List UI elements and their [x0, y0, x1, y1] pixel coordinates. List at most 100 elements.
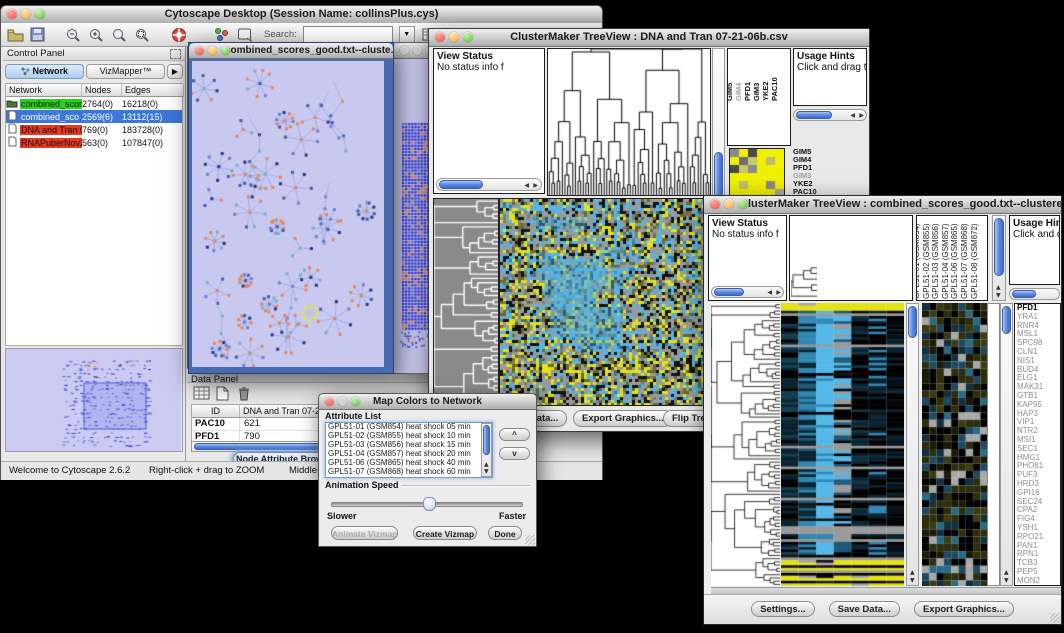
- annotation-icon[interactable]: [237, 27, 254, 43]
- resize-grip[interactable]: [1050, 613, 1060, 623]
- new-attribute-icon[interactable]: [215, 386, 232, 402]
- move-up-button[interactable]: ^: [499, 428, 530, 441]
- dialog-button-animate-vizmap[interactable]: Animate Vizmap: [331, 526, 398, 540]
- minimize-icon[interactable]: [724, 199, 734, 209]
- help-lifesaver-icon[interactable]: [171, 27, 188, 43]
- gene-label[interactable]: MON2: [1015, 577, 1060, 586]
- tab-vizmapper[interactable]: VizMapper™: [86, 64, 165, 79]
- close-icon[interactable]: [7, 9, 17, 19]
- column-labels-vscrollbar[interactable]: ▲▼: [992, 215, 1006, 301]
- network-list-row[interactable]: combined_sco2569(6)13112(15): [6, 110, 182, 123]
- view-status-hscrollbar[interactable]: ◀▶: [711, 286, 784, 298]
- column-header-nodes[interactable]: Nodes: [82, 84, 122, 97]
- column-label[interactable]: GPL51-07 (GSM868): [960, 223, 969, 299]
- column-label[interactable]: GIM4: [734, 83, 743, 101]
- row-dendrogram-canvas[interactable]: [711, 303, 780, 586]
- search-dropdown-icon[interactable]: ▼: [399, 26, 415, 44]
- close-icon[interactable]: [195, 46, 204, 55]
- data-column-id[interactable]: ID: [192, 405, 240, 418]
- network-edges-count: 183728(0): [122, 125, 184, 135]
- column-label[interactable]: GIM3: [752, 83, 761, 101]
- zoom-window-icon[interactable]: [221, 46, 230, 55]
- speed-slider[interactable]: [331, 497, 523, 509]
- column-label[interactable]: GPL51-02 (GSM855): [922, 223, 931, 299]
- treeview-button-export-graphics---[interactable]: Export Graphics...: [914, 601, 1014, 617]
- zoom-region-icon[interactable]: [134, 27, 151, 43]
- close-icon[interactable]: [435, 32, 445, 42]
- zoom-window-icon[interactable]: [738, 199, 748, 209]
- column-dendrogram-panel[interactable]: [789, 215, 913, 301]
- column-header-edges[interactable]: Edges: [122, 84, 184, 97]
- column-label[interactable]: GPL51-06 (GSM865): [950, 223, 959, 299]
- attribute-list-item[interactable]: GPL51-07 (GSM868) heat shock 60 min: [326, 468, 492, 477]
- treeview-button-settings---[interactable]: Settings...: [751, 601, 814, 617]
- zoom-window-icon[interactable]: [351, 397, 360, 406]
- main-title-bar[interactable]: Cytoscape Desktop (Session Name: collins…: [1, 6, 602, 24]
- network-list-row[interactable]: RNAPuberNov2+563(0)107847(0): [6, 136, 182, 149]
- network-view-title-bar[interactable]: combined_scores_good.txt--cluste...: [189, 43, 393, 59]
- attribute-list-vscrollbar[interactable]: ▲▼: [481, 423, 492, 477]
- vizmapper-icon[interactable]: [214, 27, 231, 43]
- minimize-icon[interactable]: [208, 46, 217, 55]
- column-label[interactable]: PFD1: [743, 82, 752, 101]
- treeview-combined-title-bar[interactable]: ClusterMaker TreeView : combined_scores_…: [704, 196, 1061, 214]
- column-label[interactable]: GPL51-04 (GSM857): [941, 223, 950, 299]
- dialog-button-create-vizmap[interactable]: Create Vizmap: [413, 526, 477, 540]
- column-label[interactable]: GPL51-01 (GSM854): [916, 223, 921, 299]
- column-header-network[interactable]: Network: [6, 84, 82, 97]
- heatmap-vscrollbar[interactable]: ▲▼: [906, 303, 919, 586]
- zoom-out-icon[interactable]: [65, 27, 82, 43]
- zoom-heatmap-canvas[interactable]: [922, 303, 987, 586]
- close-icon[interactable]: [710, 199, 720, 209]
- zoom-gap: [987, 303, 1000, 586]
- move-down-button[interactable]: v: [499, 447, 530, 460]
- network-list-row[interactable]: DNA and Tran 07769(0)183728(0): [6, 123, 182, 136]
- dialog-title-bar[interactable]: Map Colors to Network: [319, 394, 536, 410]
- network-overview-canvas[interactable]: [6, 349, 181, 451]
- dialog-button-done[interactable]: Done: [488, 526, 522, 540]
- close-icon[interactable]: [400, 46, 409, 55]
- minimize-icon[interactable]: [413, 46, 422, 55]
- row-dendrogram-canvas[interactable]: [433, 198, 499, 406]
- gene-list-vscrollbar[interactable]: ▲▼: [1000, 303, 1013, 586]
- similarity-matrix-canvas[interactable]: [729, 148, 785, 198]
- delete-attribute-icon[interactable]: [237, 386, 254, 402]
- tab-overflow-icon[interactable]: ▶: [167, 64, 183, 79]
- treeview-dna-title-bar[interactable]: ClusterMaker TreeView : DNA and Tran 07-…: [429, 29, 869, 47]
- minimize-icon[interactable]: [449, 32, 459, 42]
- attribute-table-icon[interactable]: [193, 386, 210, 402]
- heatmap-canvas[interactable]: [781, 303, 904, 586]
- network-edges-count: 16218(0): [122, 99, 184, 109]
- network-list-empty-area[interactable]: [6, 149, 182, 345]
- treeview-button-export-graphics---[interactable]: Export Graphics...: [573, 410, 673, 427]
- attribute-list-label: Attribute List: [325, 411, 381, 421]
- tab-network[interactable]: Network: [5, 64, 84, 79]
- search-input[interactable]: [303, 26, 393, 44]
- column-label[interactable]: YKE2: [761, 81, 770, 101]
- usage-hints-hscrollbar[interactable]: ◀▶: [793, 109, 867, 121]
- slider-thumb[interactable]: [423, 497, 436, 511]
- heatmap-canvas[interactable]: [499, 198, 709, 406]
- column-label[interactable]: GIM5: [727, 83, 734, 101]
- usage-hints-hscrollbar[interactable]: [1009, 288, 1060, 300]
- column-dendrogram-canvas[interactable]: [547, 48, 711, 196]
- column-label[interactable]: GPL51-03 (GSM856): [931, 223, 940, 299]
- column-label[interactable]: PAC10: [770, 77, 779, 101]
- zoom-fit-icon[interactable]: [111, 27, 128, 43]
- view-status-hscrollbar[interactable]: ◀▶: [436, 178, 542, 191]
- zoom-window-icon[interactable]: [35, 9, 45, 19]
- network-list-row[interactable]: combined_scores2764(0)16218(0): [6, 97, 182, 110]
- zoom-window-icon[interactable]: [463, 32, 473, 42]
- minimize-icon[interactable]: [338, 397, 347, 406]
- hscroll-strip[interactable]: [711, 587, 1061, 594]
- open-folder-icon[interactable]: [7, 27, 24, 43]
- resize-grip[interactable]: [525, 535, 535, 545]
- minimize-icon[interactable]: [21, 9, 31, 19]
- network-view-canvas[interactable]: [192, 61, 384, 367]
- zoom-in-icon[interactable]: [88, 27, 105, 43]
- close-icon[interactable]: [325, 397, 334, 406]
- treeview-button-save-data---[interactable]: Save Data...: [829, 601, 900, 617]
- column-label[interactable]: GPL51-08 (GSM872): [970, 223, 979, 299]
- float-panel-icon[interactable]: [170, 49, 181, 59]
- save-icon[interactable]: [30, 27, 47, 43]
